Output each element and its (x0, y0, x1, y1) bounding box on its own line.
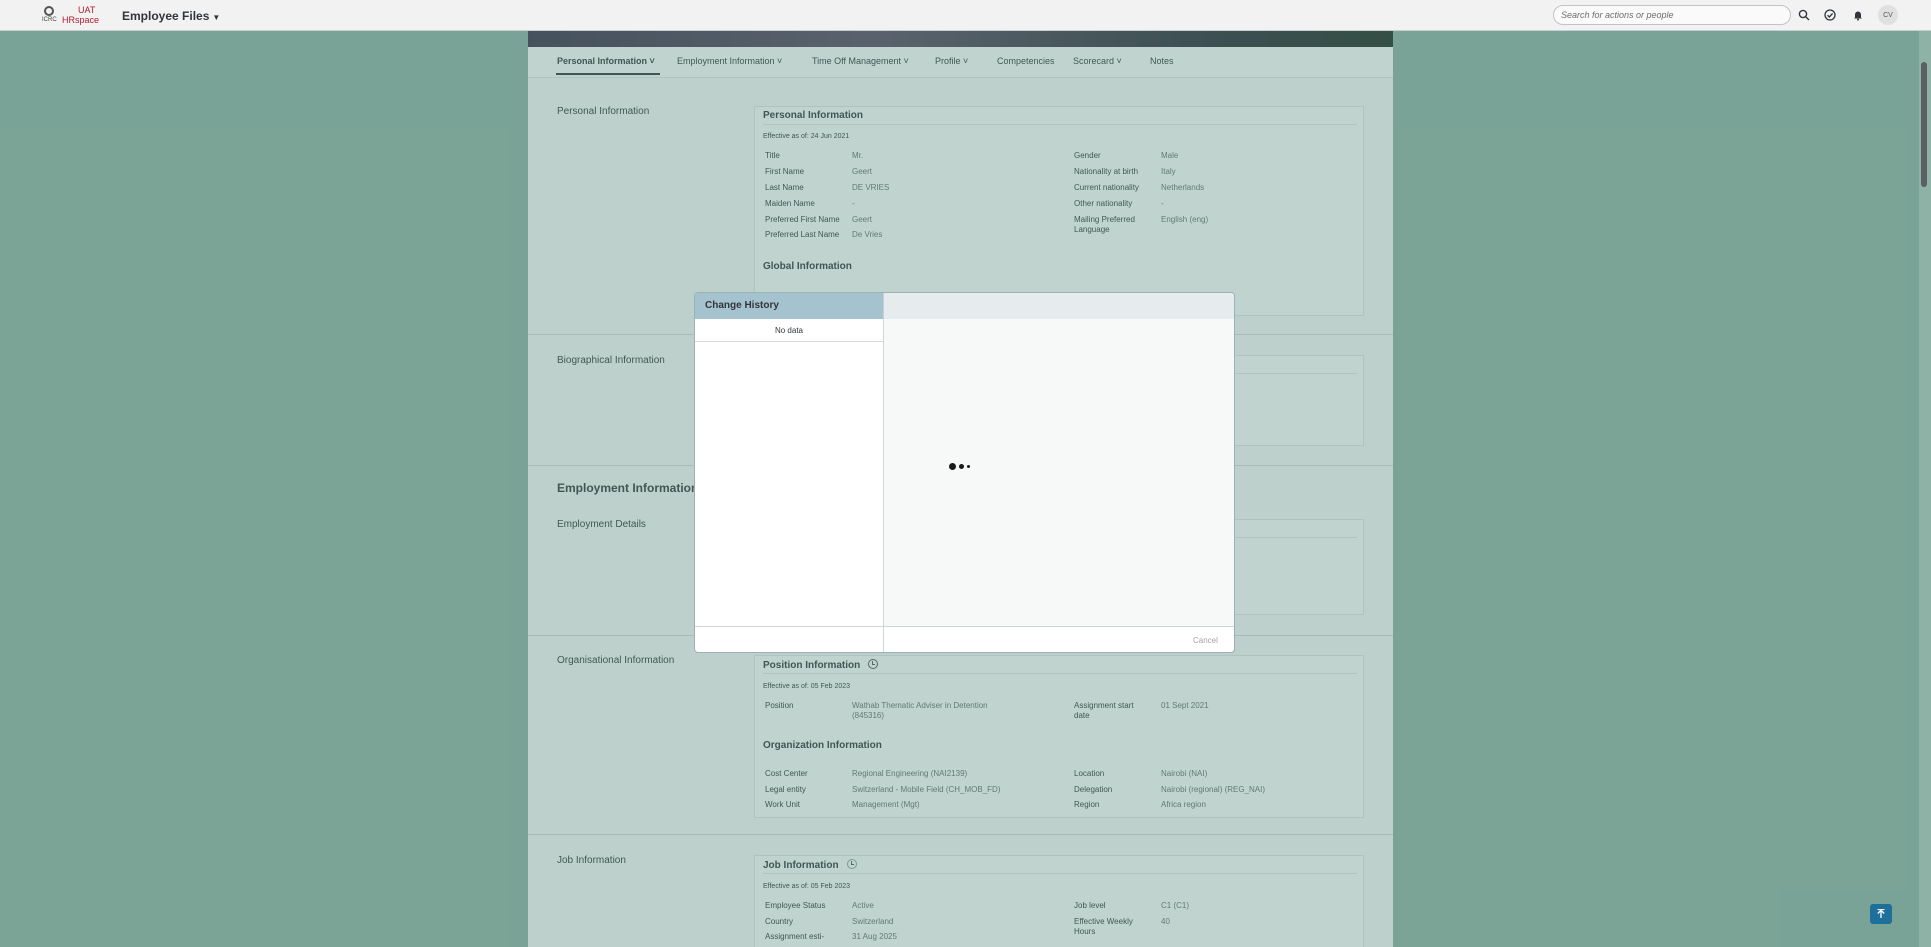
busy-dot (967, 465, 970, 468)
caret-down-icon: ▼ (212, 13, 221, 22)
user-avatar[interactable]: CV (1878, 5, 1898, 25)
logo-icrc-text: ICRC (42, 17, 57, 23)
busy-indicator (949, 462, 973, 472)
bell-icon[interactable] (1849, 6, 1867, 24)
scrollbar-thumb[interactable] (1921, 62, 1927, 187)
search-input[interactable]: Search for actions or people (1553, 5, 1791, 25)
busy-dot (949, 463, 956, 470)
logo-uat-text: UAT (78, 5, 96, 15)
change-history-dialog: Change History No data Cancel (694, 292, 1235, 653)
app-title: Employee Files (122, 9, 210, 23)
dialog-right-header (883, 293, 1234, 319)
cancel-button[interactable]: Cancel (1193, 636, 1218, 645)
app-title-menu[interactable]: Employee Files ▼ (122, 9, 220, 23)
search-icon[interactable] (1795, 6, 1813, 24)
scroll-to-top-button[interactable] (1870, 904, 1892, 924)
arrow-up-icon (1877, 909, 1885, 918)
company-logo[interactable]: ICRC UAT HRspace (40, 5, 100, 27)
history-list-empty: No data (695, 319, 883, 342)
history-detail-panel (884, 319, 1234, 626)
dialog-title: Change History (705, 300, 779, 311)
logo-hrspace-text: HRspace (62, 15, 100, 25)
dialog-footer-divider (695, 626, 1234, 627)
dialog-left-header: Change History (695, 293, 883, 319)
busy-dot (959, 464, 964, 469)
check-circle-icon[interactable] (1821, 6, 1839, 24)
logo-seal-icon (44, 6, 54, 16)
shell-bar: ICRC UAT HRspace Employee Files ▼ Search … (0, 0, 1931, 31)
